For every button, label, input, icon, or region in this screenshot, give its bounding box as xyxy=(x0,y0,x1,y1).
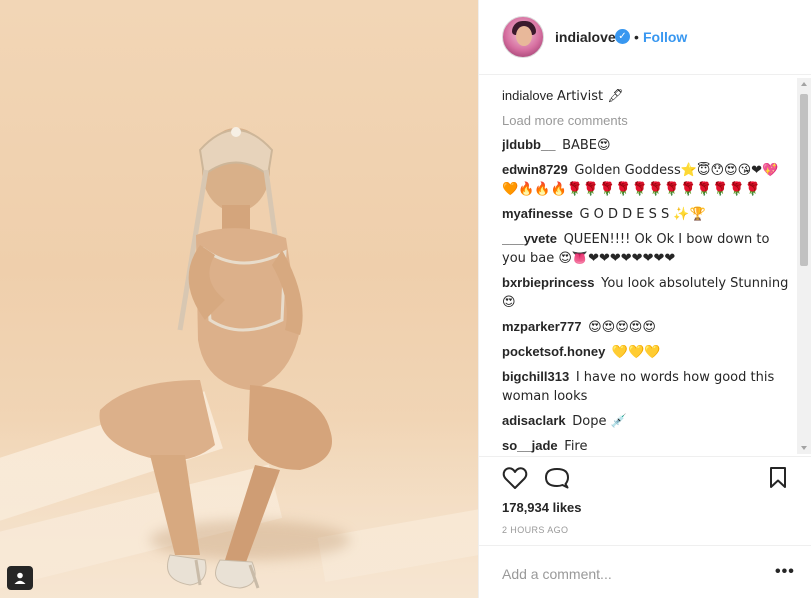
separator-dot: • xyxy=(634,29,639,45)
comment-text: Fire xyxy=(564,439,588,454)
comment-item: edwin8729 Golden Goddess⭐😇😯😍😘❤💖🧡🔥🔥🔥🌹🌹🌹🌹🌹… xyxy=(502,161,792,199)
comment-item: bxrbieprincess You look absolutely Stunn… xyxy=(502,274,792,312)
comment-item: jldubb__ BABE😍 xyxy=(502,136,792,155)
likes-count[interactable]: 178,934 likes xyxy=(502,500,582,515)
comment-item: adisaclark Dope 💉 xyxy=(502,412,792,431)
post-caption: indialove Artivist 🖋 xyxy=(502,87,792,106)
comment-username[interactable]: edwin8729 xyxy=(502,162,568,177)
more-options-button[interactable]: ••• xyxy=(775,564,795,580)
scroll-up-arrow-icon[interactable] xyxy=(801,82,807,86)
avatar-face xyxy=(516,26,532,46)
comment-text: G O D D E S S ✨🏆 xyxy=(579,207,706,222)
comment-text: BABE😍 xyxy=(562,138,611,153)
post-timestamp[interactable]: 2 HOURS AGO xyxy=(502,525,568,535)
add-comment-bar: ••• xyxy=(479,545,811,598)
comment-username[interactable]: jldubb__ xyxy=(502,137,555,152)
model-figure xyxy=(99,127,332,589)
comment-username[interactable]: myafinesse xyxy=(502,206,573,221)
comments-scrollbar[interactable] xyxy=(797,78,811,454)
scrollbar-thumb[interactable] xyxy=(800,94,808,266)
follow-button[interactable]: Follow xyxy=(643,29,687,45)
comment-text: 💛💛💛 xyxy=(611,345,661,360)
comment-username[interactable]: ___yvete xyxy=(502,231,557,246)
user-tag-button[interactable] xyxy=(7,566,33,590)
caption-username[interactable]: indialove xyxy=(502,88,553,103)
post-photo[interactable] xyxy=(0,0,478,598)
comment-item: mzparker777 😍😍😍😍😍 xyxy=(502,318,792,337)
scroll-down-arrow-icon[interactable] xyxy=(801,446,807,450)
comment-icon[interactable] xyxy=(544,466,570,490)
comment-text: Dope 💉 xyxy=(572,414,627,429)
comment-username[interactable]: so__jade xyxy=(502,438,558,453)
author-username[interactable]: indialove xyxy=(555,29,616,45)
comment-username[interactable]: mzparker777 xyxy=(502,319,582,334)
comment-username[interactable]: pocketsof.honey xyxy=(502,344,605,359)
comment-item: ___yvete QUEEN!!!! Ok Ok I bow down to y… xyxy=(502,230,792,268)
add-comment-input[interactable] xyxy=(502,566,742,582)
comment-username[interactable]: bigchill313 xyxy=(502,369,569,384)
comments-list: indialove Artivist 🖋 Load more comments … xyxy=(502,87,792,455)
user-tag-icon xyxy=(14,572,26,584)
comment-username[interactable]: bxrbieprincess xyxy=(502,275,595,290)
post-sidebar: indialove ✓ • Follow indialove Artivist … xyxy=(478,0,811,598)
comment-item: so__jade Fire xyxy=(502,437,792,455)
caption-text: Artivist 🖋 xyxy=(556,89,624,104)
heart-icon[interactable] xyxy=(502,466,528,490)
comment-text: 😍😍😍😍😍 xyxy=(588,320,656,335)
verified-badge-icon: ✓ xyxy=(615,29,630,44)
comment-username[interactable]: adisaclark xyxy=(502,413,566,428)
avatar[interactable] xyxy=(502,16,544,58)
load-more-comments[interactable]: Load more comments xyxy=(502,112,792,130)
comment-item: pocketsof.honey 💛💛💛 xyxy=(502,343,792,362)
bookmark-icon[interactable] xyxy=(768,466,788,490)
post-header: indialove ✓ • Follow xyxy=(479,0,811,75)
comment-item: myafinesse G O D D E S S ✨🏆 xyxy=(502,205,792,224)
comment-item: bigchill313 I have no words how good thi… xyxy=(502,368,792,406)
post-actions: 178,934 likes 2 HOURS AGO ••• xyxy=(479,456,811,598)
